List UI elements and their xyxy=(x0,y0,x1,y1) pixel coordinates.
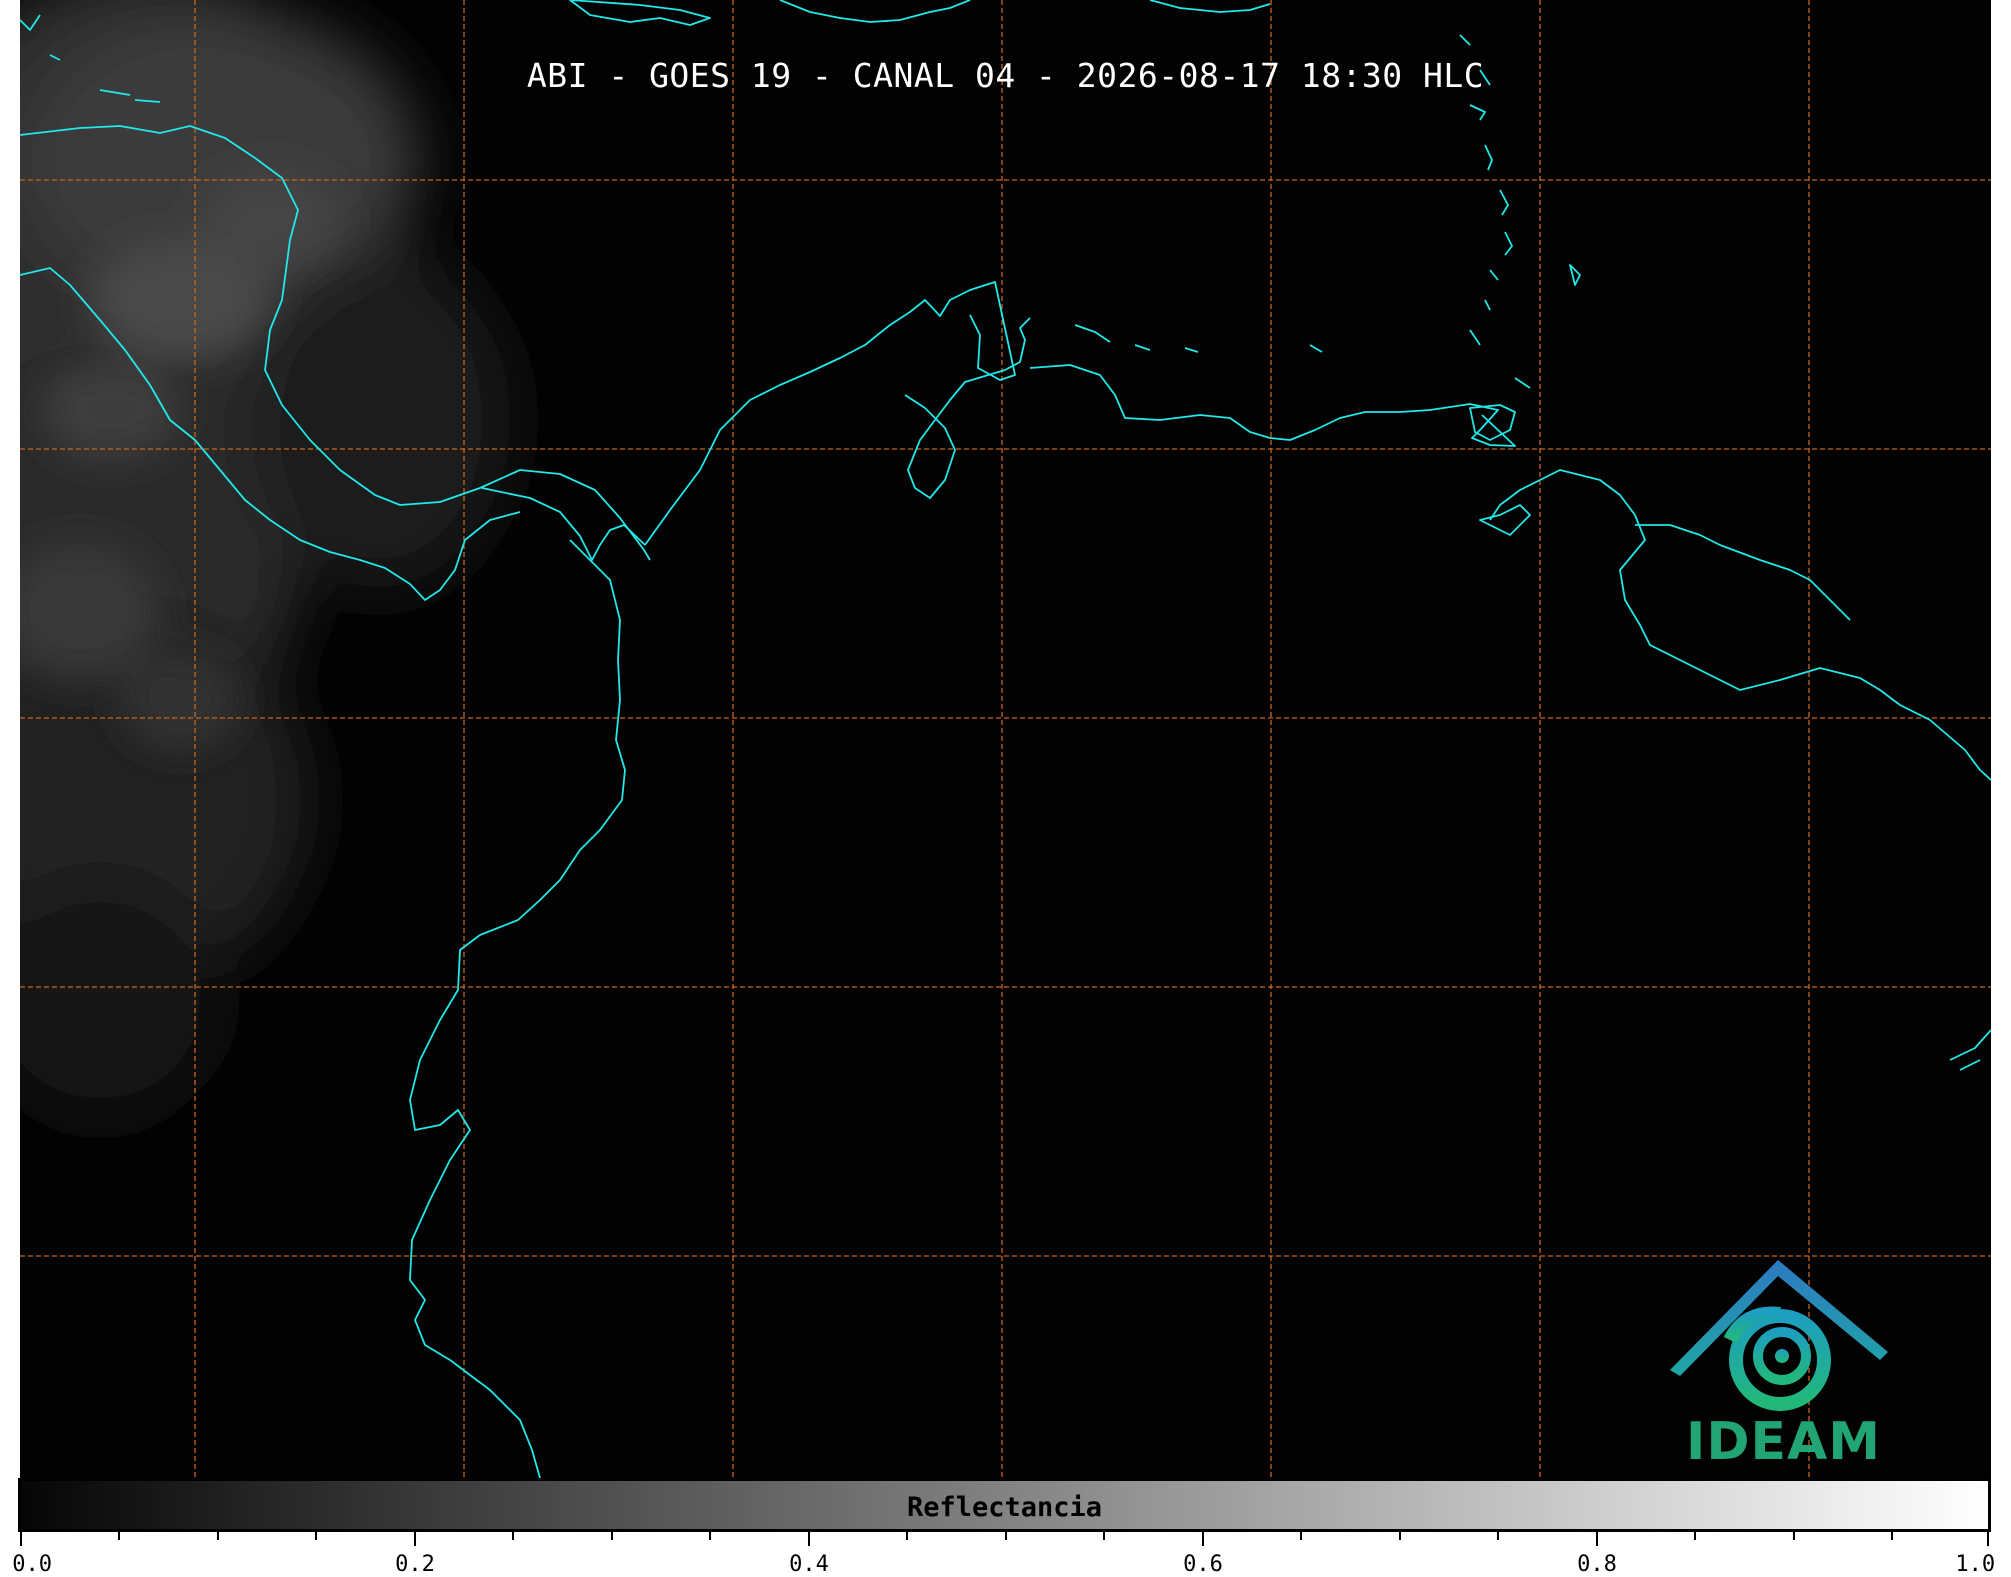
coastline-venezuela xyxy=(1029,364,1516,447)
coastline-guajira xyxy=(904,317,1031,499)
logo-text: IDEAM xyxy=(1686,1412,1882,1472)
colorbar-ticks xyxy=(20,1532,1989,1546)
colorbar-tick-label: 0.6 xyxy=(1183,1552,1223,1577)
colorbar-tick-label: 0.4 xyxy=(789,1552,829,1577)
coastline-delta xyxy=(1635,524,1851,621)
coastline-trinidad xyxy=(1469,404,1516,441)
coastline-jamaica xyxy=(1149,0,1271,13)
satellite-image-page: ABI - GOES 19 - CANAL 04 - 2026-08-17 18… xyxy=(0,0,2011,1577)
coastline-abc-islands xyxy=(1074,324,1323,353)
coastline-galapagos-edge xyxy=(1949,1029,1991,1071)
coastline-caribbean-south xyxy=(644,281,1016,546)
colorbar-tick-label: 0.8 xyxy=(1577,1552,1617,1577)
coastline-venezuela-east xyxy=(1479,504,1531,536)
coastline-panama xyxy=(481,487,646,561)
coastline-orinoco xyxy=(1489,469,1991,781)
colorbar-tick-label: 0.0 xyxy=(12,1552,53,1577)
colorbar-tick-label: 0.2 xyxy=(395,1552,435,1577)
coastline-hispaniola xyxy=(779,0,971,23)
coastline-colombia-pacific xyxy=(409,539,626,1478)
satellite-map[interactable]: ABI - GOES 19 - CANAL 04 - 2026-08-17 18… xyxy=(20,0,1991,1478)
map-title: ABI - GOES 19 - CANAL 04 - 2026-08-17 18… xyxy=(526,56,1485,95)
coastline-cuba xyxy=(569,0,711,26)
colorbar: Reflectancia xyxy=(18,1478,1991,1532)
colorbar-label: Reflectancia xyxy=(906,1492,1103,1523)
colorbar-tick-label: 1.0 xyxy=(1955,1552,1996,1577)
